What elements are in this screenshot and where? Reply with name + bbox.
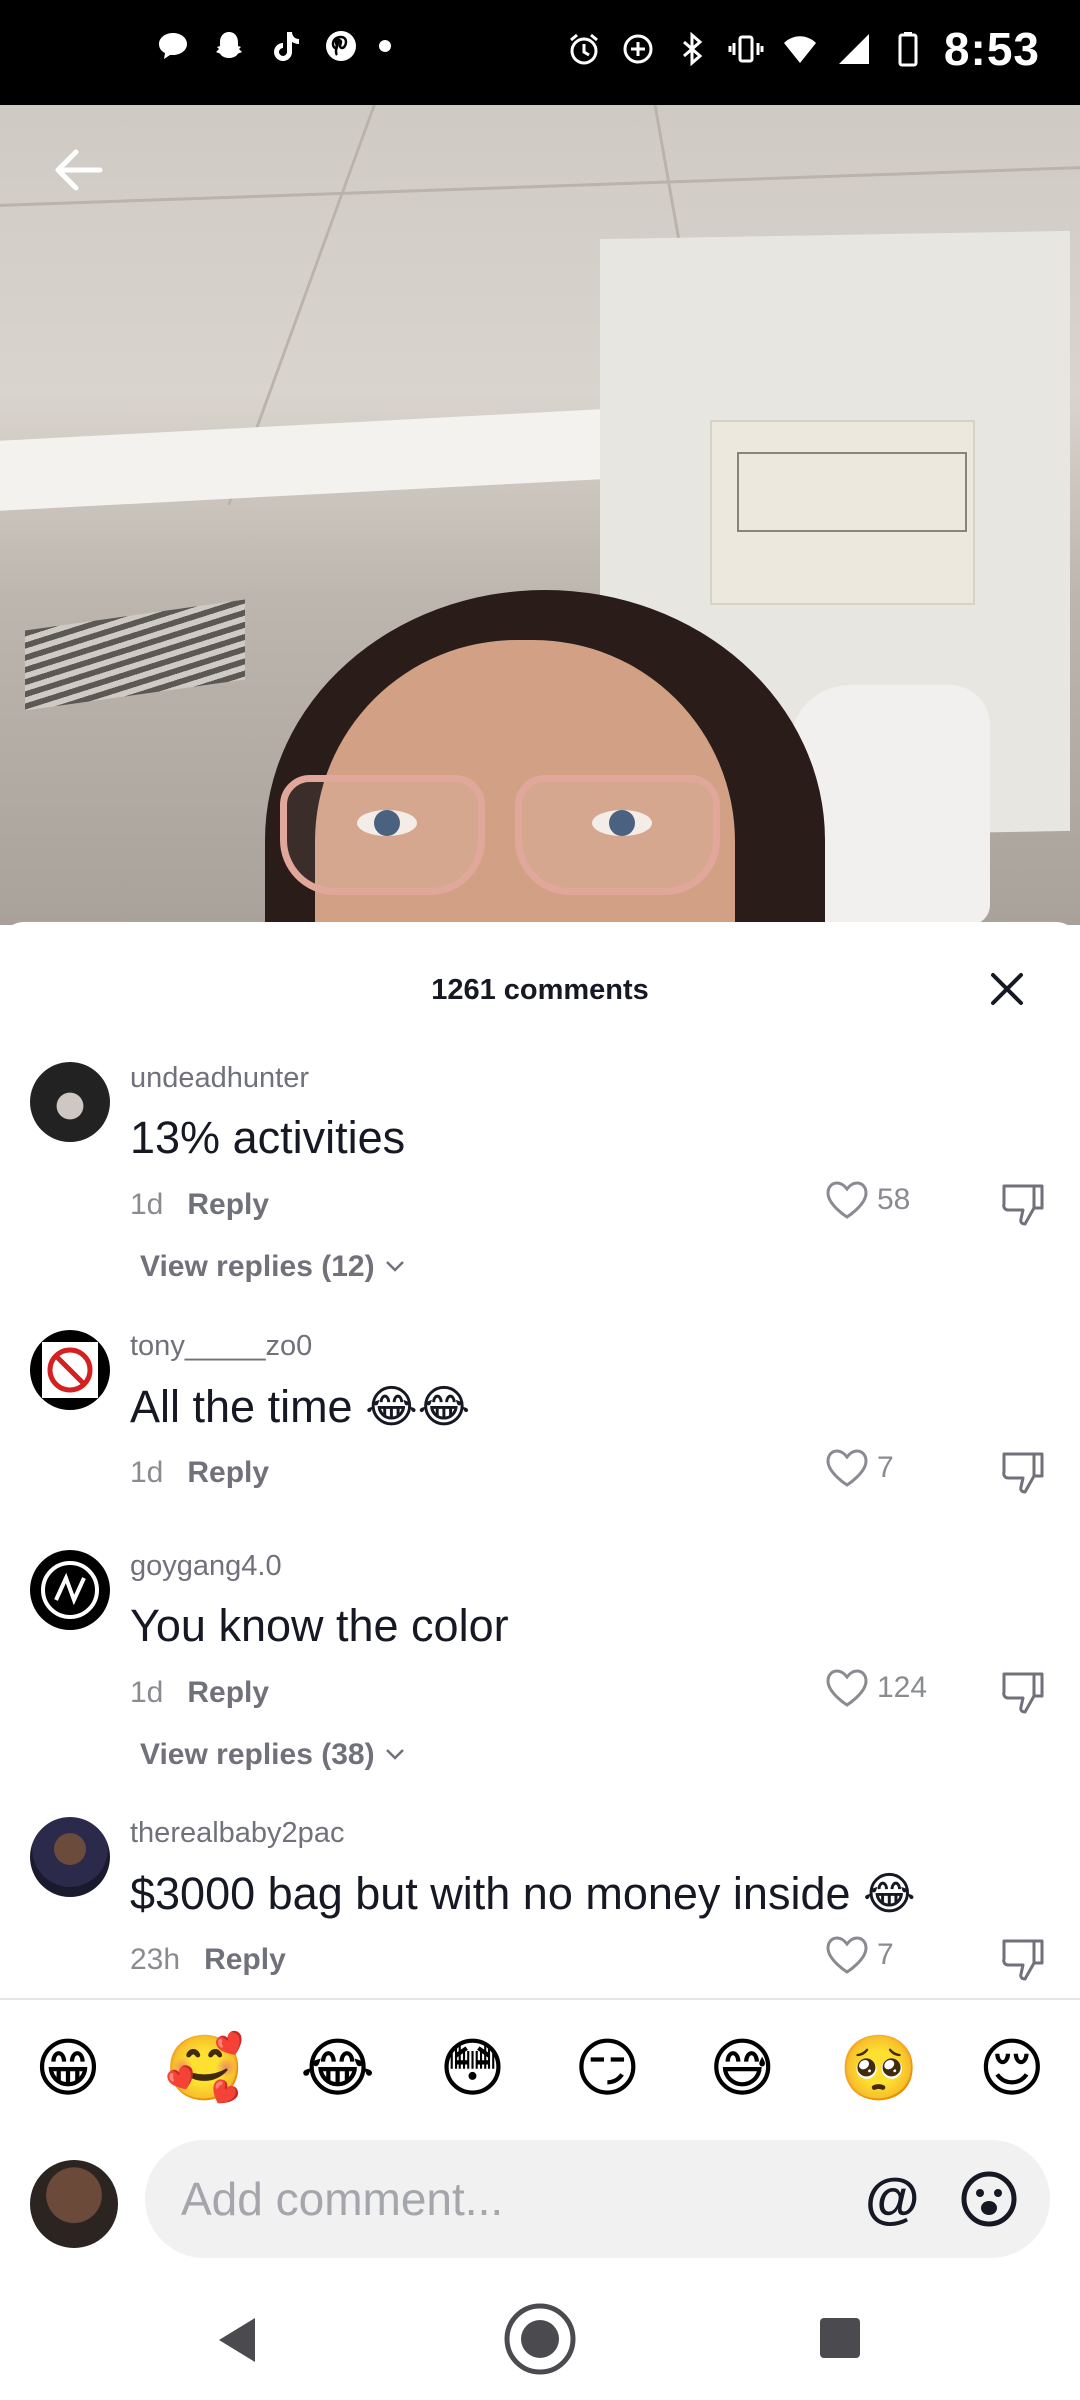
comment-item: undeadhunter 13% activities 1d Reply 58 …	[0, 1062, 1080, 1302]
close-icon	[991, 973, 1023, 1005]
quick-emoji[interactable]: 😁	[30, 2030, 106, 2106]
quick-emoji-bar: 😁 🥰 😂 😳 😏 😅 🥺 😌	[30, 2030, 1050, 2106]
add-comment-placeholder: Add comment...	[181, 2173, 504, 2225]
like-count: 7	[877, 1451, 894, 1484]
more-notifications-dot-icon	[379, 40, 391, 52]
comment-meta: 1d Reply	[130, 1676, 269, 1710]
quick-emoji[interactable]: 😅	[704, 2030, 780, 2106]
chevron-down-icon	[385, 1261, 404, 1272]
like-button[interactable]: 7	[825, 1448, 894, 1488]
comment-item: tony_____zo0 All the time 😂😂 1d Reply 7	[0, 1330, 1080, 1530]
back-arrow-icon[interactable]	[48, 140, 108, 200]
snapchat-icon	[216, 32, 242, 58]
avatar[interactable]	[30, 1062, 110, 1142]
add-comment-input[interactable]: Add comment... @	[145, 2140, 1050, 2258]
comment-age: 1d	[130, 1456, 164, 1489]
tiktok-icon	[274, 32, 299, 61]
like-button[interactable]: 7	[825, 1935, 894, 1975]
avatar[interactable]	[30, 1550, 110, 1630]
comments-count-title: 1261 comments	[431, 974, 649, 1006]
heart-icon	[826, 1449, 868, 1487]
wifi-icon	[783, 36, 816, 63]
ceiling-vent	[25, 599, 245, 711]
ceiling-light	[0, 409, 600, 511]
comment-text: You know the color	[130, 1600, 509, 1651]
pinterest-icon	[326, 31, 356, 61]
dislike-icon[interactable]	[1000, 1450, 1048, 1496]
view-replies-label: View replies (38)	[140, 1738, 375, 1771]
like-button[interactable]: 124	[825, 1668, 927, 1708]
close-button[interactable]	[970, 952, 1044, 1026]
like-count: 58	[877, 1183, 911, 1216]
reply-button[interactable]: Reply	[204, 1943, 286, 1977]
reply-button[interactable]: Reply	[187, 1676, 269, 1710]
nav-home-icon[interactable]	[503, 2302, 577, 2376]
emoji-icon[interactable]	[960, 2170, 1018, 2228]
quick-emoji[interactable]: 😳	[435, 2030, 511, 2106]
dislike-icon[interactable]	[1000, 1937, 1048, 1983]
comment-username[interactable]: therealbaby2pac	[130, 1817, 344, 1850]
chevron-down-icon	[385, 1749, 404, 1760]
message-icon	[159, 33, 187, 59]
reply-button[interactable]: Reply	[187, 1188, 269, 1222]
dislike-icon[interactable]	[1000, 1182, 1048, 1228]
quick-emoji[interactable]: 😌	[974, 2030, 1050, 2106]
video-player[interactable]	[0, 105, 1080, 925]
notification-icons	[155, 28, 391, 64]
system-icons: 8:53	[566, 22, 1040, 76]
person-glasses	[280, 775, 720, 900]
current-user-avatar	[30, 2160, 118, 2248]
bluetooth-icon	[682, 31, 703, 67]
like-button[interactable]: 58	[825, 1180, 910, 1220]
ceiling-grid-line	[0, 166, 1080, 207]
dislike-icon[interactable]	[1000, 1670, 1048, 1716]
comment-text: 13% activities	[130, 1112, 406, 1163]
avatar[interactable]	[30, 1330, 110, 1410]
heart-icon	[826, 1936, 868, 1974]
quick-emoji[interactable]: 🥰	[165, 2030, 245, 2106]
view-replies-label: View replies (12)	[140, 1250, 375, 1283]
view-replies-button[interactable]: View replies (38)	[140, 1738, 405, 1772]
comment-item: goygang4.0 You know the color 1d Reply 1…	[0, 1550, 1080, 1790]
comment-age: 1d	[130, 1188, 164, 1221]
comment-item: therealbaby2pac $3000 bag but with no mo…	[0, 1817, 1080, 1997]
comment-meta: 1d Reply	[130, 1188, 269, 1222]
like-count: 7	[877, 1938, 894, 1971]
divider	[0, 1998, 1080, 2000]
clock-time: 8:53	[943, 23, 1040, 75]
status-bar: 8:53	[0, 0, 1080, 105]
wall-poster	[710, 420, 975, 605]
no-sign-icon	[42, 1342, 98, 1398]
comment-username[interactable]: undeadhunter	[130, 1062, 309, 1095]
heart-icon	[826, 1181, 868, 1219]
avatar[interactable]	[30, 1817, 110, 1897]
comment-username[interactable]: goygang4.0	[130, 1550, 282, 1583]
comment-meta: 23h Reply	[130, 1943, 286, 1977]
data-saver-icon	[623, 34, 653, 64]
comment-text: $3000 bag but with no money inside 😂	[130, 1868, 916, 1919]
comment-username[interactable]: tony_____zo0	[130, 1330, 312, 1363]
comment-text: All the time 😂😂	[130, 1381, 471, 1432]
reply-button[interactable]: Reply	[187, 1456, 269, 1490]
quick-emoji[interactable]: 😂	[300, 2030, 376, 2106]
mention-at-icon[interactable]: @	[865, 2168, 920, 2228]
logo-avatar-icon	[41, 1561, 99, 1619]
view-replies-button[interactable]: View replies (12)	[140, 1250, 405, 1284]
comment-meta: 1d Reply	[130, 1456, 269, 1490]
comment-age: 23h	[130, 1943, 181, 1976]
battery-icon	[898, 32, 918, 67]
like-count: 124	[877, 1671, 928, 1704]
system-navigation-bar	[0, 2290, 1080, 2400]
comment-age: 1d	[130, 1676, 164, 1709]
nav-recents-icon[interactable]	[820, 2318, 860, 2358]
quick-emoji[interactable]: 🥺	[839, 2030, 919, 2106]
quick-emoji[interactable]: 😏	[569, 2030, 645, 2106]
alarm-icon	[569, 33, 598, 65]
heart-icon	[826, 1669, 868, 1707]
vibrate-icon	[728, 35, 764, 63]
signal-icon	[838, 34, 869, 64]
nav-back-icon[interactable]	[215, 2315, 259, 2365]
